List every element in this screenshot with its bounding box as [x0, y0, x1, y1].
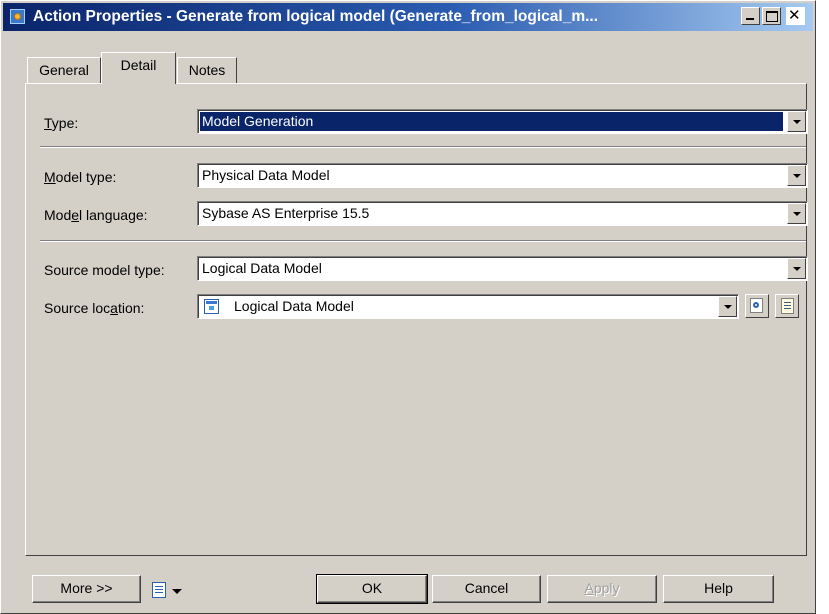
detail-panel	[25, 83, 807, 556]
source-model-type-dropdown-button[interactable]	[787, 258, 806, 279]
title-bar[interactable]: Action Properties - Generate from logica…	[3, 3, 813, 31]
source-location-select[interactable]: Logical Data Model	[197, 294, 739, 319]
separator	[40, 146, 806, 148]
tab-notes[interactable]: Notes	[177, 57, 237, 83]
source-model-type-select[interactable]: Logical Data Model	[197, 256, 808, 281]
model-language-dropdown-button[interactable]	[787, 203, 806, 224]
source-model-type-label: Source model type:	[44, 262, 165, 278]
separator	[40, 240, 806, 242]
model-language-label: Model language:	[44, 207, 148, 223]
more-button[interactable]: More >>	[32, 575, 141, 603]
model-type-select[interactable]: Physical Data Model	[197, 163, 808, 188]
tab-general[interactable]: General	[27, 57, 101, 83]
type-dropdown-button[interactable]	[787, 111, 806, 132]
type-value: Model Generation	[200, 112, 783, 131]
find-object-icon	[750, 298, 763, 313]
logical-model-icon	[204, 299, 219, 314]
model-language-select[interactable]: Sybase AS Enterprise 15.5	[197, 201, 808, 226]
window-title: Action Properties - Generate from logica…	[33, 8, 599, 25]
properties-icon	[781, 298, 794, 314]
dialog-window: Action Properties - Generate from logica…	[0, 0, 816, 614]
source-location-label: Source location:	[44, 300, 145, 316]
find-object-button[interactable]	[745, 294, 769, 318]
type-select[interactable]: Model Generation	[197, 109, 808, 134]
type-label: Type:	[44, 115, 79, 131]
minimize-button[interactable]	[741, 7, 760, 25]
source-location-dropdown-button[interactable]	[718, 296, 737, 317]
model-type-value: Physical Data Model	[202, 167, 330, 183]
tab-detail[interactable]: Detail	[101, 52, 176, 84]
properties-list-icon[interactable]	[152, 582, 166, 598]
help-button[interactable]: Help	[663, 575, 774, 603]
model-type-dropdown-button[interactable]	[787, 165, 806, 186]
source-location-value: Logical Data Model	[234, 298, 354, 314]
app-icon	[10, 9, 25, 24]
cancel-button[interactable]: Cancel	[432, 575, 541, 603]
apply-button[interactable]: Apply	[547, 575, 657, 603]
properties-button[interactable]	[775, 294, 799, 318]
model-type-label: Model type:	[44, 169, 117, 185]
ok-button[interactable]: OK	[316, 574, 428, 604]
chevron-down-icon[interactable]	[172, 589, 182, 594]
maximize-button[interactable]	[762, 7, 781, 25]
close-button[interactable]	[786, 7, 805, 25]
model-language-value: Sybase AS Enterprise 15.5	[202, 205, 370, 221]
source-model-type-value: Logical Data Model	[202, 260, 322, 276]
